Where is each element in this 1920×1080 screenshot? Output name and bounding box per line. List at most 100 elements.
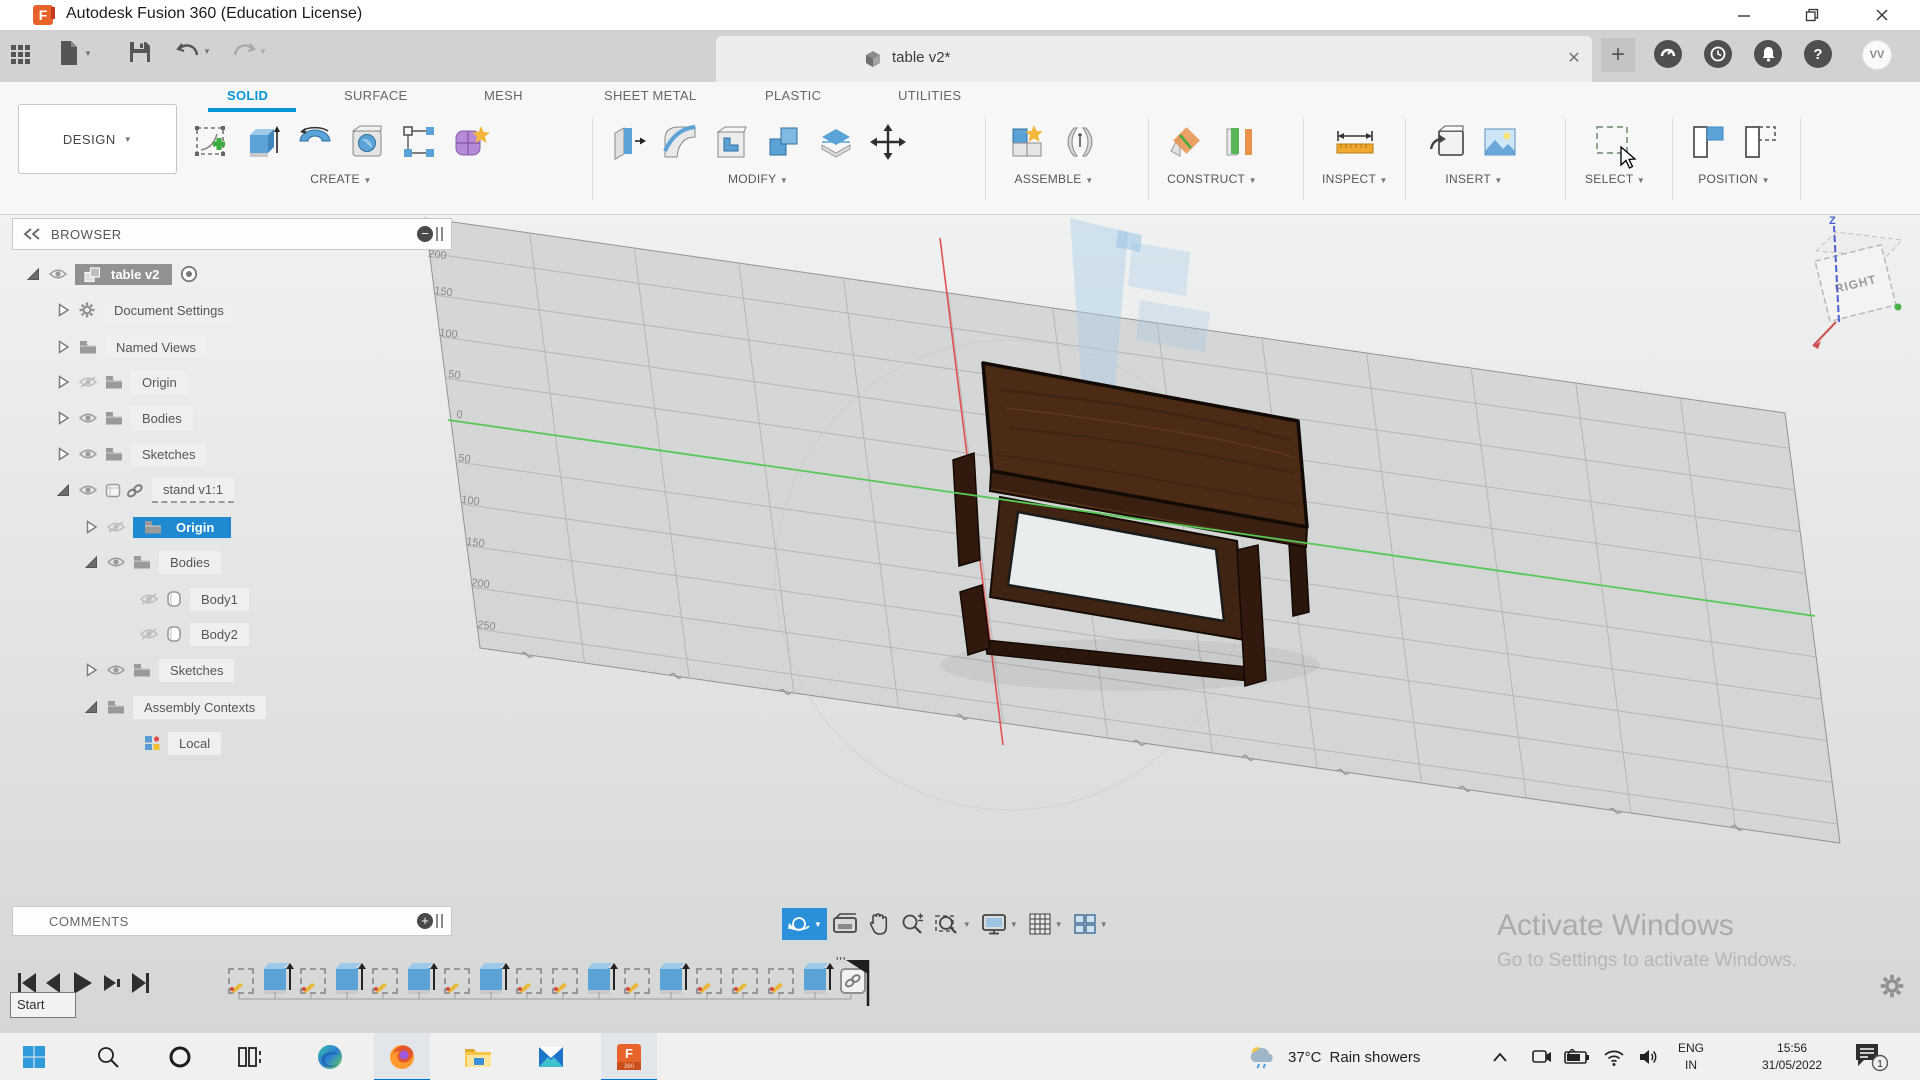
- file-explorer-icon[interactable]: [450, 1033, 506, 1080]
- canvas-image-button[interactable]: [1474, 116, 1526, 168]
- group-label-assemble[interactable]: ASSEMBLE ▼: [1015, 172, 1094, 186]
- tree-item-stand-v1[interactable]: stand v1:1: [56, 475, 234, 505]
- battery-icon[interactable]: [1564, 1033, 1590, 1080]
- start-button[interactable]: [6, 1033, 62, 1080]
- tree-item-sketches[interactable]: Sketches: [56, 439, 207, 469]
- tab-utilities[interactable]: UTILITIES: [898, 88, 961, 103]
- shell-button[interactable]: [706, 116, 758, 168]
- pan-button[interactable]: [863, 908, 895, 940]
- job-status-clock-icon[interactable]: [1704, 40, 1732, 68]
- press-pull-button[interactable]: [602, 116, 654, 168]
- expanded-triangle-icon[interactable]: [84, 700, 99, 715]
- collapsed-triangle-icon[interactable]: [56, 340, 71, 355]
- collapsed-triangle-icon[interactable]: [56, 447, 71, 462]
- workspace-selector[interactable]: DESIGN ▼: [18, 104, 177, 174]
- weather-widget[interactable]: 37°C Rain showers: [1248, 1033, 1420, 1080]
- browser-panel-header[interactable]: BROWSER −: [12, 218, 452, 250]
- panel-grip[interactable]: [436, 914, 438, 928]
- visibility-eye-icon[interactable]: [79, 448, 97, 460]
- group-label-modify[interactable]: MODIFY ▼: [728, 172, 788, 186]
- display-settings-button[interactable]: ▼: [976, 908, 1023, 940]
- panel-grip[interactable]: [436, 227, 438, 241]
- offset-plane-button[interactable]: [1212, 116, 1264, 168]
- tree-item-stand-sketches[interactable]: Sketches: [84, 655, 235, 685]
- action-center-icon[interactable]: 1: [1852, 1033, 1888, 1080]
- tab-mesh[interactable]: MESH: [484, 88, 523, 103]
- viewports-button[interactable]: ▼: [1068, 908, 1113, 940]
- measure-button[interactable]: [1329, 116, 1381, 168]
- group-label-select[interactable]: SELECT ▼: [1585, 172, 1645, 186]
- tab-solid[interactable]: SOLID: [227, 88, 268, 103]
- hole-button[interactable]: [341, 116, 393, 168]
- capture-position-button[interactable]: [1682, 116, 1734, 168]
- expanded-triangle-icon[interactable]: [26, 267, 41, 282]
- zoom-window-caret[interactable]: ▼: [963, 920, 971, 929]
- visibility-eye-icon[interactable]: [79, 484, 97, 496]
- viewports-caret[interactable]: ▼: [1100, 920, 1108, 929]
- edge-browser-icon[interactable]: [302, 1033, 358, 1080]
- grid-caret[interactable]: ▼: [1055, 920, 1063, 929]
- joint-button[interactable]: [1054, 116, 1106, 168]
- clock-date[interactable]: 15:56 31/05/2022: [1762, 1033, 1822, 1080]
- visibility-eye-off-icon[interactable]: [107, 521, 125, 533]
- visibility-eye-icon[interactable]: [79, 412, 97, 424]
- construct-plane-button[interactable]: [1160, 116, 1212, 168]
- timeline-settings-gear-icon[interactable]: [1880, 974, 1904, 998]
- search-icon[interactable]: [80, 1033, 136, 1080]
- firefox-browser-icon[interactable]: [374, 1033, 430, 1080]
- visibility-eye-icon[interactable]: [49, 268, 67, 280]
- collapsed-triangle-icon[interactable]: [84, 663, 99, 678]
- tree-item-body2[interactable]: Body2: [140, 619, 249, 649]
- save-button[interactable]: [128, 40, 152, 64]
- tab-surface[interactable]: SURFACE: [344, 88, 408, 103]
- offset-face-button[interactable]: [810, 116, 862, 168]
- tree-item-stand-origin[interactable]: Origin: [84, 512, 232, 542]
- new-tab-button[interactable]: +: [1601, 38, 1635, 72]
- zoom-button[interactable]: [895, 908, 929, 940]
- collapsed-triangle-icon[interactable]: [56, 303, 71, 318]
- tree-item-assembly-contexts[interactable]: Assembly Contexts: [84, 692, 267, 722]
- document-tab-close-icon[interactable]: ✕: [1564, 48, 1584, 68]
- collapse-panel-icon[interactable]: [23, 228, 41, 240]
- tree-item-table-v2[interactable]: table v2: [26, 259, 198, 289]
- tree-item-body1[interactable]: Body1: [140, 584, 249, 614]
- app-grid-menu-button[interactable]: [8, 40, 34, 66]
- collapsed-triangle-icon[interactable]: [56, 411, 71, 426]
- display-caret[interactable]: ▼: [1010, 920, 1018, 929]
- expanded-triangle-icon[interactable]: [84, 555, 99, 570]
- close-button[interactable]: [1859, 0, 1905, 30]
- revolve-button[interactable]: [289, 116, 341, 168]
- undo-button[interactable]: ▼: [176, 40, 211, 62]
- zoom-window-button[interactable]: ▼: [929, 908, 976, 940]
- tree-item-stand-bodies[interactable]: Bodies: [84, 547, 221, 577]
- tree-item-local[interactable]: Local: [144, 728, 222, 758]
- create-form-button[interactable]: [445, 116, 497, 168]
- show-hidden-icons-chevron[interactable]: [1492, 1033, 1508, 1080]
- volume-icon[interactable]: [1638, 1033, 1660, 1080]
- mail-icon[interactable]: [523, 1033, 579, 1080]
- revert-position-button[interactable]: [1734, 116, 1786, 168]
- fillet-button[interactable]: [654, 116, 706, 168]
- tree-item-origin[interactable]: Origin: [56, 367, 188, 397]
- comments-panel-header[interactable]: COMMENTS +: [12, 906, 452, 936]
- group-label-construct[interactable]: CONSTRUCT ▼: [1167, 172, 1257, 186]
- help-icon[interactable]: ?: [1804, 40, 1832, 68]
- visibility-eye-icon[interactable]: [107, 664, 125, 676]
- insert-derive-button[interactable]: [1422, 116, 1474, 168]
- task-view-icon[interactable]: [222, 1033, 278, 1080]
- extrude-button[interactable]: [237, 116, 289, 168]
- cortana-icon[interactable]: [152, 1033, 208, 1080]
- minimize-panel-icon[interactable]: −: [417, 226, 433, 242]
- group-label-inspect[interactable]: INSPECT ▼: [1322, 172, 1388, 186]
- group-label-position[interactable]: POSITION ▼: [1698, 172, 1770, 186]
- look-at-button[interactable]: [827, 908, 863, 940]
- group-label-insert[interactable]: INSERT ▼: [1445, 172, 1502, 186]
- tab-sheet-metal[interactable]: SHEET METAL: [604, 88, 696, 103]
- create-sketch-button[interactable]: [185, 116, 237, 168]
- tree-item-named-views[interactable]: Named Views: [56, 332, 207, 362]
- collapsed-triangle-icon[interactable]: [56, 375, 71, 390]
- extensions-icon[interactable]: [1654, 40, 1682, 68]
- visibility-eye-off-icon[interactable]: [140, 593, 158, 605]
- redo-button[interactable]: ▼: [232, 40, 267, 62]
- document-tab[interactable]: table v2* ✕: [716, 36, 1592, 82]
